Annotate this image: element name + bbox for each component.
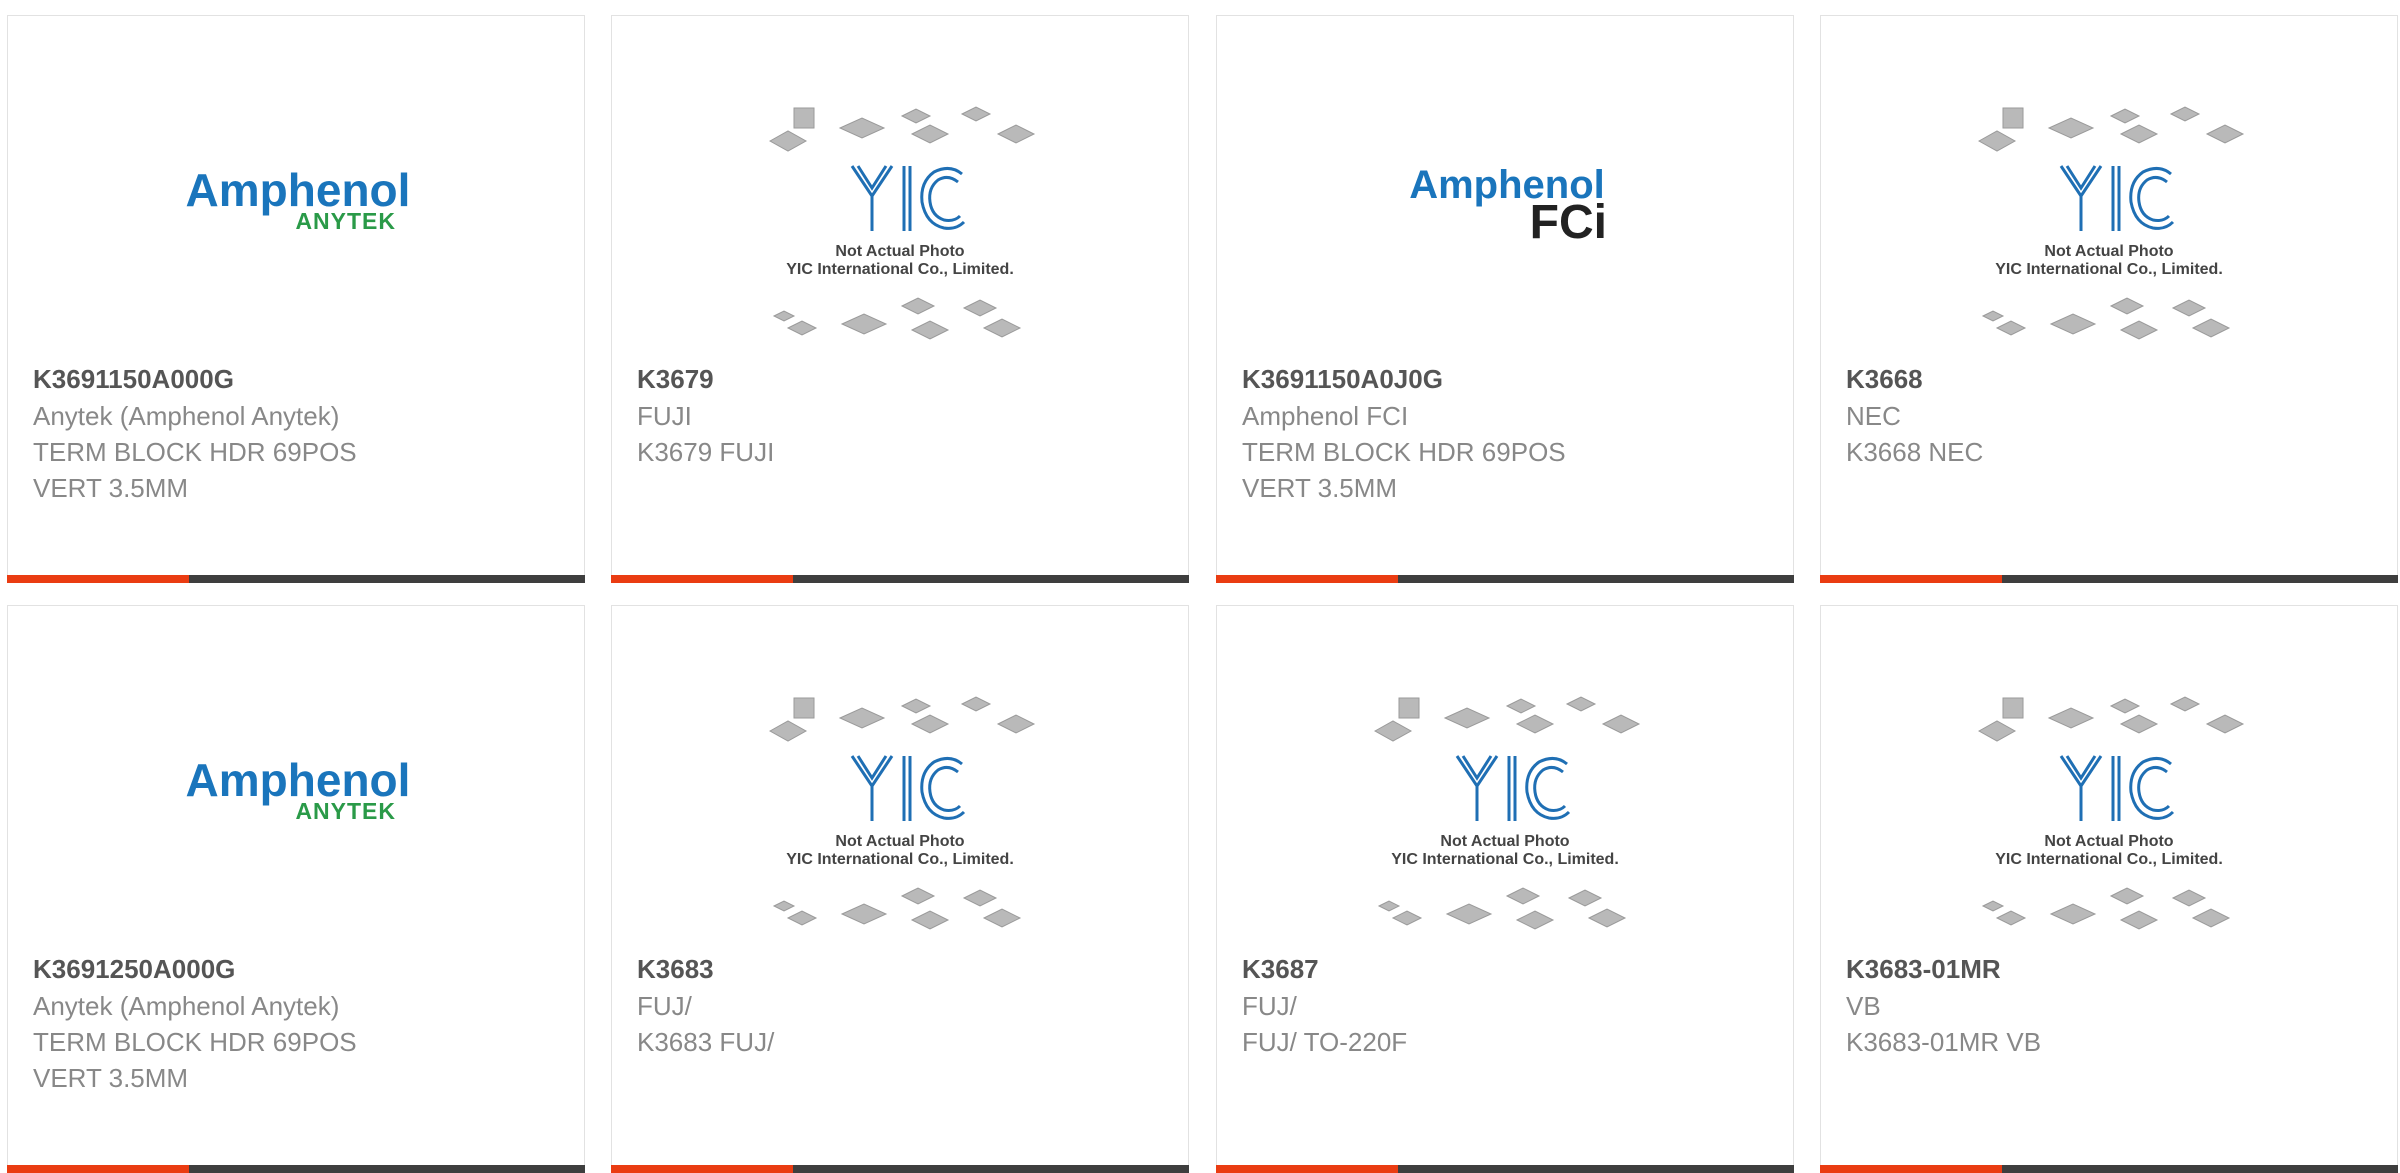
yic-placeholder-image: Not Actual PhotoYIC International Co., L… — [768, 106, 1036, 340]
product-info: K3679 FUJI K3679 FUJI — [637, 361, 1167, 470]
product-info: K3691150A000G Anytek (Amphenol Anytek) TER… — [33, 361, 563, 506]
part-number-link[interactable]: K3691150A000G — [33, 361, 563, 398]
yic-caption-line2: YIC International Co., Limited. — [786, 851, 1014, 868]
anytek-wordmark: ANYTEK — [295, 208, 396, 234]
manufacturer-name: FUJI — [637, 401, 692, 431]
product-info: K3691250A000G Anytek (Amphenol Anytek) TER… — [33, 951, 563, 1096]
product-description: FUJ/ TO-220F — [1242, 1027, 1408, 1057]
product-description: K3683 FUJ/ — [637, 1027, 775, 1057]
product-card[interactable]: Amphenol ANYTEK K3691150A000G Anytek (Amphe… — [7, 15, 585, 583]
card-bottom-bar — [1820, 575, 2398, 583]
chip-icons — [768, 696, 1036, 930]
product-description: TERM BLOCK HDR 69POS — [1242, 437, 1566, 467]
card-bottom-bar — [7, 575, 585, 583]
yic-placeholder-image: Not Actual PhotoYIC International Co., L… — [768, 696, 1036, 930]
yic-caption-line2: YIC International Co., Limited. — [786, 261, 1014, 278]
manufacturer-name: FUJ/ — [1242, 991, 1297, 1021]
card-accent-bar — [7, 575, 189, 583]
yic-caption-line2: YIC International Co., Limited. — [1391, 851, 1619, 868]
product-image[interactable]: Not Actual Photo YIC International Co., L… — [612, 606, 1188, 946]
card-bottom-bar — [1216, 1165, 1794, 1173]
chip-icons — [1373, 696, 1641, 930]
product-description: TERM BLOCK HDR 69POS — [33, 1027, 357, 1057]
card-bottom-bar — [7, 1165, 585, 1173]
fci-wordmark: FCi — [1530, 196, 1607, 249]
yic-logo-icon — [850, 165, 966, 231]
amphenol-anytek-logo: AmphenolANYTEK — [186, 754, 411, 824]
part-number-link[interactable]: K3691250A000G — [33, 951, 563, 988]
product-description: K3668 NEC — [1846, 437, 1984, 467]
product-description: K3679 FUJI — [637, 437, 775, 467]
product-grid: Amphenol ANYTEK K3691150A000G Anytek (Amphe… — [0, 0, 2400, 1173]
product-description: K3683-01MR VB — [1846, 1027, 2042, 1057]
product-image[interactable]: Not Actual Photo YIC International Co., L… — [612, 16, 1188, 356]
manufacturer-name: Anytek (Amphenol Anytek) — [33, 991, 340, 1021]
card-bottom-bar — [611, 1165, 1189, 1173]
manufacturer-name: VB — [1846, 991, 1881, 1021]
yic-placeholder-image: Not Actual PhotoYIC International Co., L… — [1977, 696, 2245, 930]
product-info: K3683-01MR VB K3683-01MR VB — [1846, 951, 2376, 1060]
yic-caption-line1: Not Actual Photo — [2044, 243, 2173, 260]
part-number-link[interactable]: K3679 — [637, 361, 1167, 398]
part-number-link[interactable]: K3691150A0J0G — [1242, 361, 1772, 398]
product-info: K3687 FUJ/FUJ/ TO-220F — [1242, 951, 1772, 1060]
product-description-cont: VERT 3.5MM — [33, 1063, 189, 1093]
card-accent-bar — [1820, 575, 2002, 583]
yic-caption-line2: YIC International Co., Limited. — [1995, 851, 2223, 868]
card-accent-bar — [1216, 1165, 1398, 1173]
part-number-link[interactable]: K3668 — [1846, 361, 2376, 398]
product-card[interactable]: Not Actual Photo YIC International Co., L… — [1820, 15, 2398, 583]
amphenol-fci-logo: AmphenolFCi — [1409, 163, 1607, 249]
yic-caption-line1: Not Actual Photo — [835, 243, 964, 260]
product-image[interactable]: Amphenol ANYTEK — [8, 16, 584, 356]
product-card[interactable]: Amphenol FCi K3691150A0J0G Amphenol FCI TERM… — [1216, 15, 1794, 583]
card-bottom-bar — [1216, 575, 1794, 583]
yic-caption-line1: Not Actual Photo — [1440, 833, 1569, 850]
product-description: TERM BLOCK HDR 69POS — [33, 437, 357, 467]
manufacturer-name: NEC — [1846, 401, 1901, 431]
card-accent-bar — [1820, 1165, 2002, 1173]
amphenol-anytek-logo: AmphenolANYTEK — [186, 164, 411, 234]
product-description-cont: VERT 3.5MM — [1242, 473, 1398, 503]
yic-logo-icon — [850, 755, 966, 821]
yic-caption-line1: Not Actual Photo — [835, 833, 964, 850]
product-image[interactable]: Not Actual Photo YIC International Co., L… — [1217, 606, 1793, 946]
manufacturer-name: FUJ/ — [637, 991, 692, 1021]
product-card[interactable]: Not Actual Photo YIC International Co., L… — [1820, 605, 2398, 1173]
card-accent-bar — [611, 1165, 793, 1173]
product-image[interactable]: Amphenol FCi — [1217, 16, 1793, 356]
part-number-link[interactable]: K3683 — [637, 951, 1167, 988]
yic-placeholder-image: Not Actual PhotoYIC International Co., L… — [1977, 106, 2245, 340]
yic-logo-icon — [2059, 755, 2175, 821]
chip-icons — [1977, 106, 2245, 340]
product-card[interactable]: Amphenol ANYTEK K3691250A000G Anytek (Amphe… — [7, 605, 585, 1173]
product-info: K3668 NEC K3668 NEC — [1846, 361, 2376, 470]
part-number-link[interactable]: K3687 — [1242, 951, 1772, 988]
chip-icons — [768, 106, 1036, 340]
product-card[interactable]: Not Actual Photo YIC International Co., L… — [611, 605, 1189, 1173]
card-bottom-bar — [1820, 1165, 2398, 1173]
product-image[interactable]: Not Actual Photo YIC International Co., L… — [1821, 16, 2397, 356]
product-description-cont: VERT 3.5MM — [33, 473, 189, 503]
product-card[interactable]: Not Actual Photo YIC International Co., L… — [611, 15, 1189, 583]
product-card[interactable]: Not Actual Photo YIC International Co., L… — [1216, 605, 1794, 1173]
yic-caption-line2: YIC International Co., Limited. — [1995, 261, 2223, 278]
part-number-link[interactable]: K3683-01MR — [1846, 951, 2376, 988]
chip-icons — [1977, 696, 2245, 930]
anytek-wordmark: ANYTEK — [295, 798, 396, 824]
yic-placeholder-image: Not Actual PhotoYIC International Co., L… — [1373, 696, 1641, 930]
card-accent-bar — [611, 575, 793, 583]
manufacturer-name: Amphenol FCI — [1242, 401, 1409, 431]
yic-caption-line1: Not Actual Photo — [2044, 833, 2173, 850]
yic-logo-icon — [2059, 165, 2175, 231]
product-image[interactable]: Not Actual Photo YIC International Co., L… — [1821, 606, 2397, 946]
product-info: K3691150A0J0G Amphenol FCI TERM BLOCK HDR … — [1242, 361, 1772, 506]
card-bottom-bar — [611, 575, 1189, 583]
yic-logo-icon — [1455, 755, 1571, 821]
product-info: K3683 FUJ/K3683 FUJ/ — [637, 951, 1167, 1060]
manufacturer-name: Anytek (Amphenol Anytek) — [33, 401, 340, 431]
card-accent-bar — [1216, 575, 1398, 583]
card-accent-bar — [7, 1165, 189, 1173]
product-image[interactable]: Amphenol ANYTEK — [8, 606, 584, 946]
